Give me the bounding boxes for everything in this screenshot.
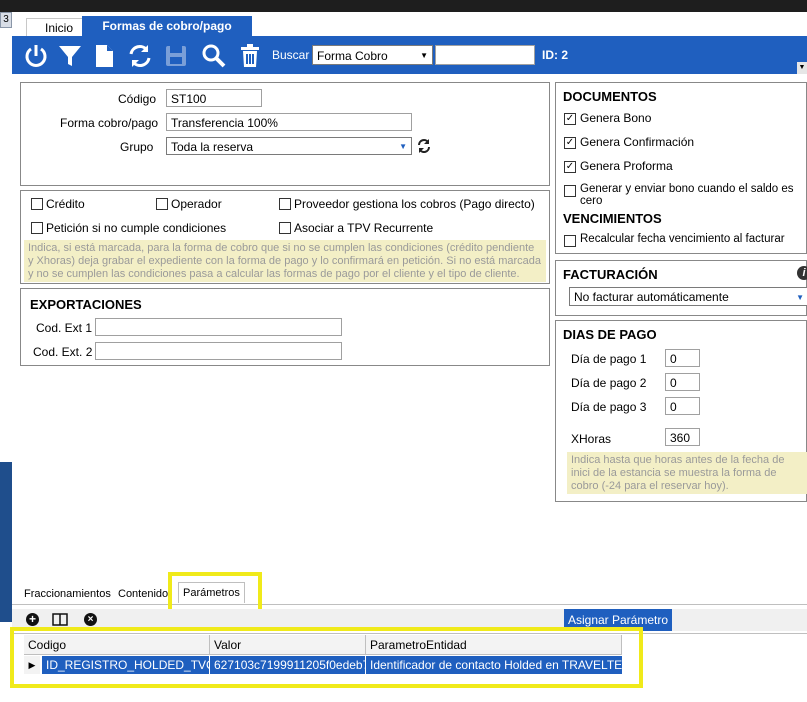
genera-bono-label: Genera Bono [580, 111, 652, 125]
toolbar: Buscar Forma Cobro ▼ ID: 2 [12, 36, 807, 74]
peticion-checkbox[interactable] [31, 222, 43, 234]
add-icon[interactable]: + [26, 613, 39, 626]
dia3-label: Día de pago 3 [571, 400, 647, 414]
grupo-value: Toda la reserva [171, 140, 254, 154]
options-hint: Indica, si está marcada, para la forma d… [24, 240, 546, 282]
dia2-input[interactable]: 0 [665, 373, 700, 391]
ext1-input[interactable] [95, 318, 342, 336]
xhoras-label: XHoras [571, 432, 612, 446]
tpv-label: Asociar a TPV Recurrente [294, 221, 434, 235]
dia3-input[interactable]: 0 [665, 397, 700, 415]
operador-checkbox[interactable] [156, 198, 168, 210]
search-field-value: Forma Cobro [317, 49, 388, 63]
tpv-checkbox[interactable] [279, 222, 291, 234]
xhoras-input[interactable]: 360 [665, 428, 700, 446]
chevron-down-icon: ▼ [796, 293, 804, 302]
tab-fraccionamientos[interactable]: Fraccionamientos [20, 584, 115, 604]
highlight-grid-row [10, 627, 643, 688]
corner-button[interactable]: 3 [0, 12, 12, 28]
dias-pago-title: DIAS DE PAGO [563, 327, 657, 342]
scroll-down-icon[interactable]: ▼ [797, 62, 807, 74]
dia1-input[interactable]: 0 [665, 349, 700, 367]
ext1-label: Cod. Ext 1 [36, 321, 93, 335]
search-icon[interactable] [200, 42, 228, 70]
ext2-input[interactable] [95, 342, 342, 360]
dia2-label: Día de pago 2 [571, 376, 647, 390]
forma-label: Forma cobro/pago [60, 116, 159, 130]
tab-strip: Inicio Formas de cobro/pago [12, 12, 807, 37]
vencimientos-title: VENCIMIENTOS [563, 211, 662, 226]
new-document-icon[interactable] [90, 42, 118, 70]
ext2-label: Cod. Ext. 2 [33, 345, 93, 359]
credito-checkbox[interactable] [31, 198, 43, 210]
facturacion-value: No facturar automáticamente [574, 290, 729, 304]
credito-label: Crédito [46, 197, 85, 211]
proveedor-label: Proveedor gestiona los cobros (Pago dire… [294, 197, 535, 211]
tab-formas-cobro-pago[interactable]: Formas de cobro/pago [82, 16, 252, 36]
general-panel [20, 82, 550, 186]
trash-icon[interactable] [236, 42, 264, 70]
proveedor-checkbox[interactable] [279, 198, 291, 210]
genera-confirmacion-checkbox[interactable]: ✓ [564, 137, 576, 149]
facturacion-select[interactable]: No facturar automáticamente ▼ [569, 287, 807, 306]
search-label: Buscar [272, 48, 310, 62]
refresh-icon[interactable] [416, 138, 432, 154]
search-input[interactable] [435, 45, 535, 65]
exportaciones-title: EXPORTACIONES [30, 297, 142, 312]
delete-icon[interactable]: × [84, 613, 97, 626]
record-id: ID: 2 [542, 48, 569, 62]
recalcular-label: Recalcular fecha vencimiento al facturar [580, 233, 785, 245]
grupo-select[interactable]: Toda la reserva ▼ [166, 137, 412, 155]
genera-bono-checkbox[interactable]: ✓ [564, 113, 576, 125]
documentos-title: DOCUMENTOS [563, 89, 657, 104]
dia1-label: Día de pago 1 [571, 352, 647, 366]
grupo-label: Grupo [120, 140, 154, 154]
power-icon[interactable] [22, 42, 50, 70]
operador-label: Operador [171, 197, 222, 211]
left-strip [0, 12, 12, 701]
generar-bono-saldo-label: Generar y enviar bono cuando el saldo es… [580, 183, 794, 207]
columns-icon[interactable] [52, 613, 68, 626]
save-icon[interactable] [162, 42, 190, 70]
genera-proforma-label: Genera Proforma [580, 159, 673, 173]
tab-contenido[interactable]: Contenido [114, 584, 172, 604]
chevron-down-icon: ▼ [399, 142, 407, 151]
left-strip-accent [0, 462, 12, 622]
xhoras-hint: Indica hasta que horas antes de la fecha… [567, 452, 807, 494]
tabs-divider [12, 604, 807, 605]
genera-proforma-checkbox[interactable]: ✓ [564, 161, 576, 173]
title-bar [0, 0, 807, 12]
genera-confirmacion-label: Genera Confirmación [580, 135, 695, 149]
refresh-icon[interactable] [126, 42, 154, 70]
filter-icon[interactable] [56, 42, 84, 70]
peticion-label: Petición si no cumple condiciones [46, 221, 227, 235]
recalcular-checkbox[interactable] [564, 235, 576, 247]
forma-input[interactable]: Transferencia 100% [166, 113, 412, 131]
codigo-input[interactable]: ST100 [166, 89, 262, 107]
chevron-down-icon: ▼ [420, 51, 428, 60]
facturacion-title: FACTURACIÓN [563, 267, 658, 282]
generar-bono-saldo-checkbox[interactable] [564, 185, 576, 197]
info-icon[interactable]: i [797, 266, 807, 280]
highlight-parametros-tab [168, 572, 262, 613]
codigo-label: Código [118, 92, 157, 106]
search-field-select[interactable]: Forma Cobro ▼ [312, 45, 433, 65]
